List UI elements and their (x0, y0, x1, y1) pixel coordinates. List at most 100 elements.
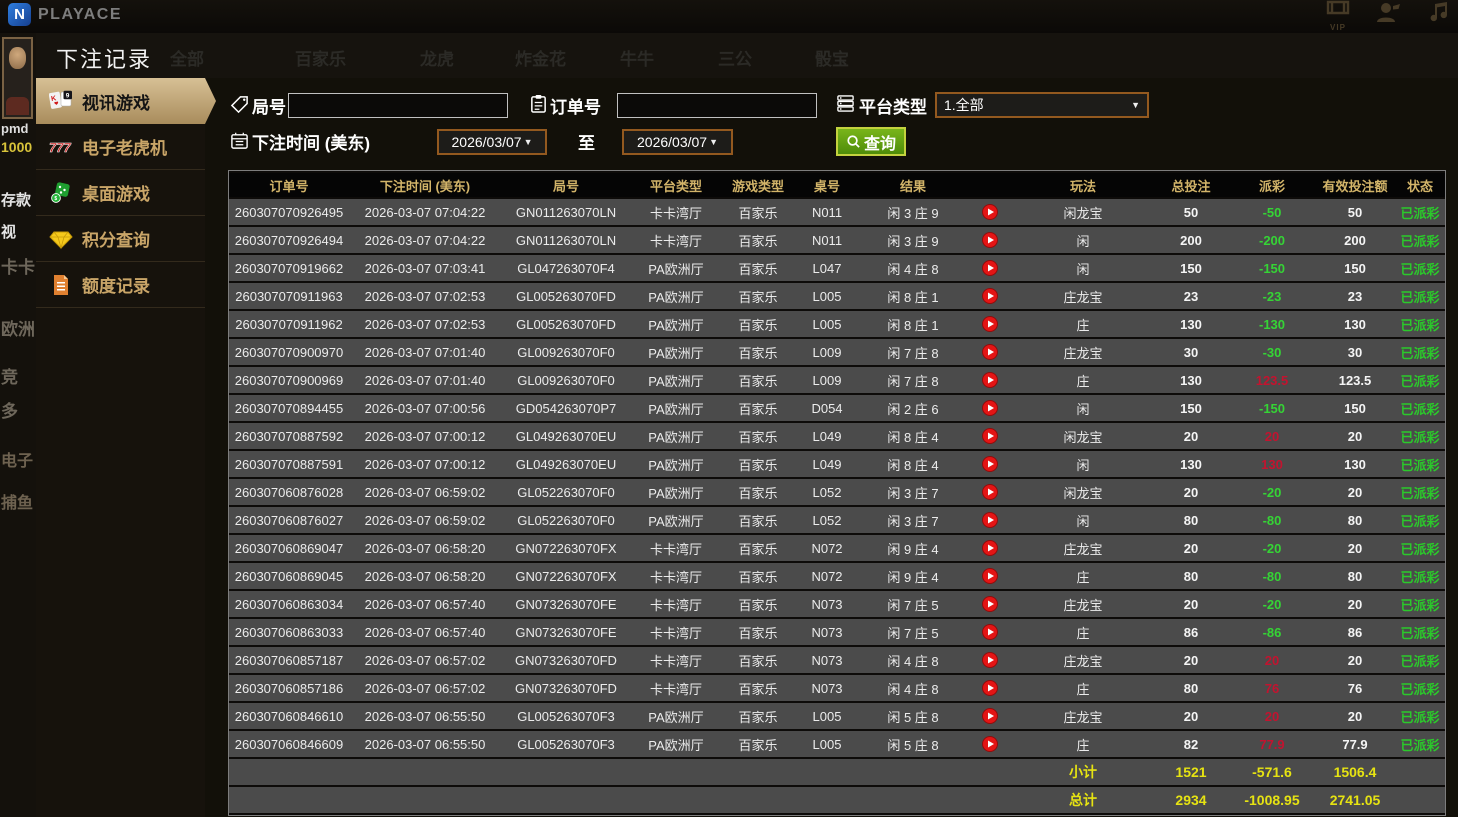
cell-order-no: 260307070911963 (229, 283, 349, 309)
cell-bet-time: 2026-03-07 07:00:56 (349, 395, 501, 421)
cell-valid-bet: 76 (1315, 675, 1395, 701)
cell-game-type: 百家乐 (721, 535, 795, 561)
table-row: 260307070911963 2026-03-07 07:02:53 GL0052… (229, 283, 1445, 309)
play-video-button[interactable] (982, 260, 998, 277)
cell-payout: -86 (1229, 619, 1315, 645)
cell-platform: PA欧洲厅 (631, 367, 721, 393)
search-button[interactable]: 查询 (836, 127, 907, 156)
cell-result: 闲 3 庄 9 (859, 199, 967, 225)
cell-replay (967, 283, 1013, 309)
cell-result: 闲 9 庄 4 (859, 563, 967, 589)
cell-round-no: GL009263070F0 (501, 367, 631, 393)
cell-bet-time: 2026-03-07 07:01:40 (349, 367, 501, 393)
cell-game-type: 百家乐 (721, 311, 795, 337)
table-row: 260307060876027 2026-03-07 06:59:02 GL0522… (229, 507, 1445, 533)
play-video-button[interactable] (982, 652, 998, 669)
cell-replay (967, 535, 1013, 561)
cell-total-bet: 20 (1153, 703, 1229, 729)
cell-replay (967, 479, 1013, 505)
sidebar-item-3[interactable]: 积分查询 (36, 216, 205, 262)
cell-round-no: GN073263070FE (501, 591, 631, 617)
cell-bet-time: 2026-03-07 06:57:40 (349, 619, 501, 645)
cell-play-type: 庄龙宝 (1013, 591, 1153, 617)
play-video-button[interactable] (982, 624, 998, 641)
cell-payout: 20 (1229, 647, 1315, 673)
svg-text:$: $ (54, 196, 57, 202)
cell-bet-time: 2026-03-07 07:00:12 (349, 423, 501, 449)
sidebar-item-label: 电子老虎机 (82, 139, 167, 158)
play-video-button[interactable] (982, 204, 998, 221)
cell-game-type: 百家乐 (721, 227, 795, 253)
play-video-button[interactable] (982, 316, 998, 333)
cell-round-no: GD054263070P7 (501, 395, 631, 421)
cell-total-bet: 130 (1153, 311, 1229, 337)
sum-spacer (1395, 759, 1445, 785)
cell-status: 已派彩 (1395, 507, 1445, 533)
cell-valid-bet: 150 (1315, 395, 1395, 421)
order-input[interactable] (617, 93, 817, 118)
column-header: 游戏类型 (721, 173, 795, 197)
cell-game-type: 百家乐 (721, 423, 795, 449)
cell-platform: PA欧洲厅 (631, 339, 721, 365)
column-header: 结果 (859, 173, 967, 197)
column-header: 桌号 (795, 173, 859, 197)
play-video-button[interactable] (982, 512, 998, 529)
play-video-button[interactable] (982, 736, 998, 753)
cell-order-no: 260307070887592 (229, 423, 349, 449)
avatar[interactable] (2, 37, 33, 119)
cell-total-bet: 80 (1153, 563, 1229, 589)
cell-valid-bet: 20 (1315, 647, 1395, 673)
play-video-button[interactable] (982, 288, 998, 305)
account-icon[interactable] (1376, 0, 1402, 29)
play-video-button[interactable] (982, 232, 998, 249)
cell-table-no: L052 (795, 479, 859, 505)
cell-replay (967, 619, 1013, 645)
cell-total-bet: 80 (1153, 507, 1229, 533)
cell-result: 闲 3 庄 7 (859, 479, 967, 505)
cell-table-no: L009 (795, 367, 859, 393)
date-from-picker[interactable]: 2026/03/07 ▼ (437, 129, 547, 155)
cell-game-type: 百家乐 (721, 479, 795, 505)
cell-payout: -130 (1229, 311, 1315, 337)
play-video-button[interactable] (982, 680, 998, 697)
sidebar-item-0[interactable]: K 9 视讯游戏 (36, 78, 216, 124)
svg-text:9: 9 (66, 93, 70, 100)
cell-replay (967, 339, 1013, 365)
background-lobby-tabs: 全部 百家乐 龙虎 炸金花 牛牛 三公 骰宝 (36, 33, 1458, 78)
sidebar-item-4[interactable]: 额度记录 (36, 262, 205, 308)
play-video-button[interactable] (982, 540, 998, 557)
total-row-valid-bet: 2741.05 (1315, 787, 1395, 813)
playace-logo: N PLAYACE (8, 3, 122, 26)
play-video-button[interactable] (982, 596, 998, 613)
column-header: 平台类型 (631, 173, 721, 197)
play-video-button[interactable] (982, 484, 998, 501)
cell-play-type: 闲 (1013, 395, 1153, 421)
cell-status: 已派彩 (1395, 367, 1445, 393)
cell-order-no: 260307070887591 (229, 451, 349, 477)
music-icon[interactable] (1428, 0, 1450, 29)
date-to-picker[interactable]: 2026/03/07 ▼ (622, 129, 733, 155)
cell-payout: 20 (1229, 703, 1315, 729)
sidebar-item-1[interactable]: 777 电子老虎机 (36, 124, 205, 170)
cell-order-no: 260307060869045 (229, 563, 349, 589)
cell-order-no: 260307060869047 (229, 535, 349, 561)
cell-replay (967, 591, 1013, 617)
cell-bet-time: 2026-03-07 07:03:41 (349, 255, 501, 281)
play-video-button[interactable] (982, 456, 998, 473)
cell-replay (967, 367, 1013, 393)
column-header: 订单号 (229, 173, 349, 197)
platform-select[interactable]: 1.全部 ▼ (935, 92, 1149, 118)
play-video-button[interactable] (982, 372, 998, 389)
cell-valid-bet: 20 (1315, 591, 1395, 617)
cell-order-no: 260307070911962 (229, 311, 349, 337)
sidebar-item-2[interactable]: $ 桌面游戏 (36, 170, 205, 216)
play-video-button[interactable] (982, 428, 998, 445)
play-video-button[interactable] (982, 400, 998, 417)
play-video-button[interactable] (982, 568, 998, 585)
play-video-button[interactable] (982, 708, 998, 725)
cell-bet-time: 2026-03-07 07:01:40 (349, 339, 501, 365)
lobby-strip-fragment: 卡卡 (1, 258, 35, 277)
round-input[interactable] (288, 93, 508, 118)
play-video-button[interactable] (982, 344, 998, 361)
cell-total-bet: 23 (1153, 283, 1229, 309)
